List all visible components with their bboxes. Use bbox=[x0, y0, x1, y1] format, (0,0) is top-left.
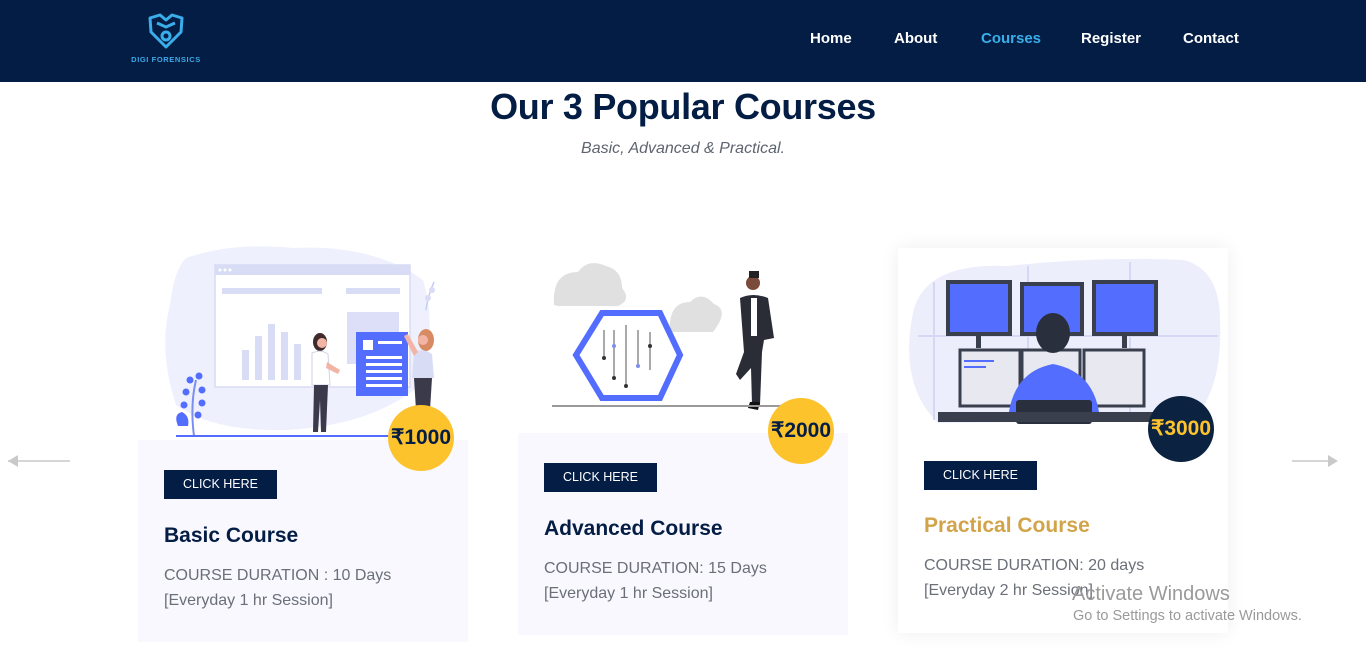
nav-courses[interactable]: Courses bbox=[981, 30, 1041, 47]
price-badge: ₹3000 bbox=[1148, 396, 1214, 462]
site-header: DIGI FORENSICS Home About Courses Regist… bbox=[0, 0, 1366, 82]
course-title: Basic Course bbox=[164, 524, 299, 547]
course-button[interactable]: CLICK HERE bbox=[544, 463, 657, 492]
section-subtitle: Basic, Advanced & Practical. bbox=[581, 140, 785, 157]
course-duration: COURSE DURATION: 15 Days bbox=[544, 560, 767, 577]
price-badge: ₹2000 bbox=[768, 398, 834, 464]
arrow-right-icon[interactable] bbox=[1290, 452, 1360, 470]
course-button[interactable]: CLICK HERE bbox=[924, 461, 1037, 490]
price-badge: ₹1000 bbox=[388, 405, 454, 471]
course-session: [Everyday 1 hr Session] bbox=[544, 585, 713, 602]
course-button[interactable]: CLICK HERE bbox=[164, 470, 277, 499]
shield-logo-icon bbox=[148, 13, 184, 49]
logo-text: DIGI FORENSICS bbox=[131, 55, 201, 64]
site-logo[interactable]: DIGI FORENSICS bbox=[128, 12, 204, 66]
course-duration: COURSE DURATION: 20 days bbox=[924, 557, 1145, 574]
nav-register[interactable]: Register bbox=[1081, 30, 1141, 47]
activation-watermark-subtitle: Go to Settings to activate Windows. bbox=[1073, 608, 1302, 624]
nav-about[interactable]: About bbox=[894, 30, 937, 47]
nav-home[interactable]: Home bbox=[810, 30, 852, 47]
activation-watermark-title: Activate Windows bbox=[1072, 583, 1230, 605]
course-session: [Everyday 1 hr Session] bbox=[164, 592, 333, 609]
course-duration: COURSE DURATION : 10 Days bbox=[164, 567, 392, 584]
course-title: Advanced Course bbox=[544, 517, 723, 540]
course-title: Practical Course bbox=[924, 514, 1090, 537]
nav-contact[interactable]: Contact bbox=[1183, 30, 1239, 47]
course-session: [Everyday 2 hr Session] bbox=[924, 582, 1093, 599]
section-title: Our 3 Popular Courses bbox=[490, 86, 876, 127]
arrow-left-icon[interactable] bbox=[4, 452, 74, 470]
